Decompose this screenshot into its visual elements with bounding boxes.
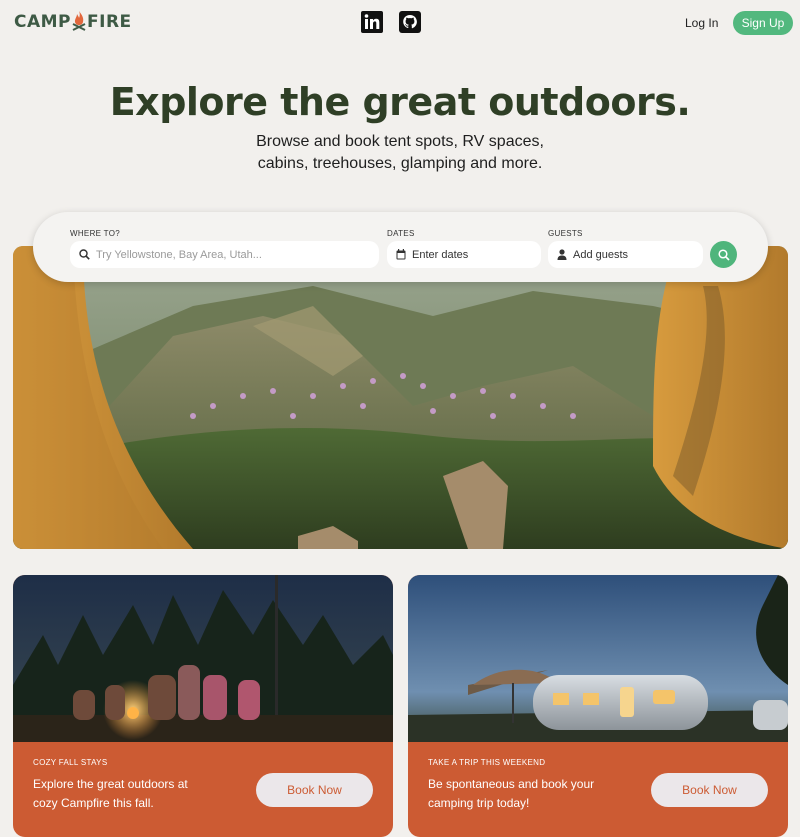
card-description: Be spontaneous and book your camping tri… [428,777,595,810]
site-header: CAMP FIRE Log In Sign Up [0,0,800,46]
hero-subtitle: Browse and book tent spots, RV spaces, c… [256,133,544,172]
dates-input[interactable]: Enter dates [387,241,541,268]
dates-label: DATES [387,229,415,238]
card-description: Explore the great outdoors at cozy Campf… [33,777,188,810]
linkedin-icon[interactable] [361,11,383,33]
guests-label: GUESTS [548,229,583,238]
calendar-icon [396,249,406,260]
search-bar: WHERE TO? Try Yellowstone, Bay Area, Uta… [33,212,768,282]
promo-card-fall: COZY FALL STAYS Explore the great outdoo… [13,575,393,837]
book-now-button[interactable]: Book Now [651,773,768,807]
login-link[interactable]: Log In [685,16,718,30]
dates-text: Enter dates [412,248,469,261]
campfire-logo[interactable]: CAMP FIRE [14,11,132,33]
logo-text-fire: FIRE [87,12,132,32]
where-placeholder: Try Yellowstone, Bay Area, Utah... [96,248,262,261]
book-now-button[interactable]: Book Now [256,773,373,807]
where-input[interactable]: Try Yellowstone, Bay Area, Utah... [70,241,379,268]
guests-text: Add guests [573,248,629,261]
social-links [361,11,421,33]
card-eyebrow: TAKE A TRIP THIS WEEKEND [428,758,546,767]
hero-image [13,246,788,549]
logo-text-camp: CAMP [14,12,72,32]
signup-button[interactable]: Sign Up [733,11,793,35]
where-label: WHERE TO? [70,229,120,238]
guests-input[interactable]: Add guests [548,241,703,268]
card-eyebrow: COZY FALL STAYS [33,758,108,767]
hero-title: Explore the great outdoors. [109,80,691,124]
search-icon [79,249,90,260]
campfire-flame-icon [72,11,86,31]
campfire-night-image [13,575,393,742]
github-icon[interactable] [399,11,421,33]
person-icon [557,249,567,260]
search-icon [717,248,730,261]
promo-card-weekend: TAKE A TRIP THIS WEEKEND Be spontaneous … [408,575,788,837]
search-button[interactable] [710,241,737,268]
tent-view-mountain-image [13,246,788,549]
airstream-trailer-image [408,575,788,742]
